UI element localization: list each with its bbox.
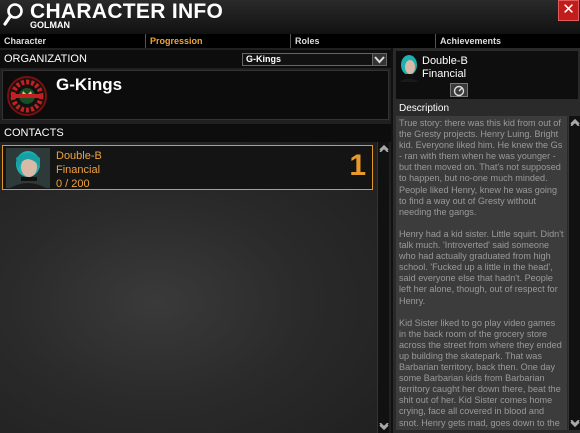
profile-role: Financial (422, 68, 467, 80)
organization-header: ORGANIZATION G-Kings (0, 50, 391, 68)
scroll-up-icon[interactable] (570, 118, 580, 126)
close-icon: ✕ (562, 1, 575, 18)
tab-bar: Character Progression Roles Achievements (0, 34, 580, 48)
contact-name: Double-B (56, 150, 102, 162)
profile-name: Double-B (422, 55, 468, 67)
tab-roles[interactable]: Roles (290, 34, 435, 48)
scroll-up-icon[interactable] (379, 144, 389, 152)
contact-card[interactable]: Double-B Financial 0 / 200 1 (2, 145, 373, 190)
search-icon (3, 3, 23, 26)
contacts-scrollbar[interactable] (377, 142, 389, 433)
info-icon (453, 85, 465, 97)
description-text: True story: there was this kid from out … (399, 118, 564, 430)
description-scrollbar[interactable] (568, 116, 580, 430)
tab-progression[interactable]: Progression (145, 34, 290, 48)
tab-character[interactable]: Character (0, 34, 145, 48)
scroll-down-icon[interactable] (570, 420, 580, 428)
chevron-down-icon[interactable] (372, 53, 387, 66)
close-button[interactable]: ✕ (558, 0, 579, 21)
scroll-down-icon[interactable] (379, 423, 389, 431)
contacts-label: CONTACTS (4, 127, 64, 139)
gang-emblem-icon (7, 76, 47, 116)
portrait (6, 148, 50, 188)
organization-name: G-Kings (56, 75, 123, 94)
window-header: CHARACTER INFO GOLMAN ✕ (0, 0, 580, 34)
profile-header: Double-B Financial (396, 51, 578, 99)
tab-achievements[interactable]: Achievements (435, 34, 580, 48)
organization-card: G-Kings (2, 70, 389, 120)
contact-level: 1 (349, 149, 366, 182)
profile-action-button[interactable] (450, 83, 468, 97)
character-name: GOLMAN (30, 20, 70, 30)
contact-progress: 0 / 200 (56, 178, 90, 190)
organization-select-value: G-Kings (246, 54, 281, 64)
organization-label: ORGANIZATION (4, 53, 87, 65)
contact-role: Financial (56, 164, 101, 176)
description-box: True story: there was this kid from out … (396, 116, 567, 430)
portrait (399, 55, 419, 82)
organization-select[interactable]: G-Kings (242, 53, 387, 66)
contact-detail-panel: Double-B Financial Description True stor… (391, 48, 580, 433)
contacts-list: Double-B Financial 0 / 200 1 (0, 142, 391, 433)
contacts-header: CONTACTS (0, 124, 391, 142)
description-label: Description (399, 103, 450, 114)
progression-panel: ORGANIZATION G-Kings G-Kings CONTACTS Do… (0, 48, 391, 433)
